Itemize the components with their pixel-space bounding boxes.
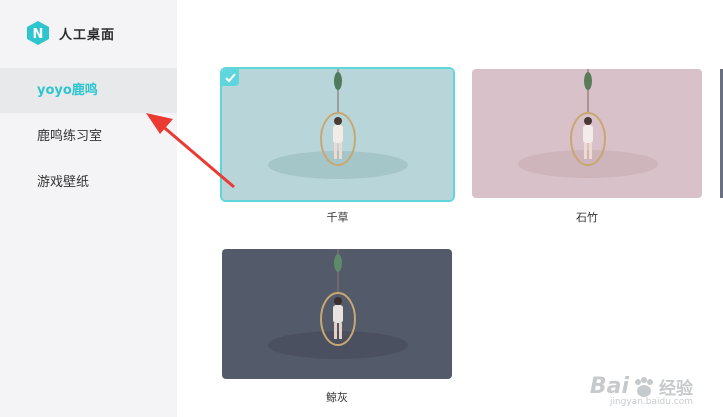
watermark-main-text: Bai: [589, 374, 629, 399]
sidebar: N 人工桌面 yoyo鹿鸣 鹿鸣练习室 游戏壁纸: [0, 0, 177, 417]
watermark-url: jingyan.baidu.com: [609, 397, 693, 407]
app-logo-icon: N: [27, 21, 49, 45]
brand: N 人工桌面: [26, 19, 115, 47]
sidebar-item-game-wallpaper[interactable]: 游戏壁纸: [0, 160, 177, 205]
watermark-cn-text: 经验: [659, 379, 693, 399]
wallpaper-label: 鲸灰: [326, 391, 348, 404]
app-title: 人工桌面: [59, 27, 116, 43]
sidebar-item-label: 游戏壁纸: [37, 175, 90, 190]
wallpaper-card-jinghui[interactable]: 鲸灰: [222, 249, 452, 409]
wallpaper-label: 石竹: [576, 211, 598, 224]
sidebar-nav: yoyo鹿鸣 鹿鸣练习室 游戏壁纸: [0, 68, 177, 205]
wallpaper-thumbnail[interactable]: [222, 249, 452, 379]
baidu-jingyan-watermark: Bai 经验 jingyan.baidu.com: [590, 374, 693, 407]
wallpaper-thumbnail[interactable]: [222, 69, 453, 200]
wallpaper-label: 千草: [326, 211, 349, 224]
paw-icon: [635, 376, 653, 397]
sidebar-item-label: yoyo鹿鸣: [37, 83, 98, 98]
wallpaper-thumbnail[interactable]: [472, 69, 702, 198]
selected-check-icon: [222, 69, 239, 86]
sidebar-item-practice-room[interactable]: 鹿鸣练习室: [0, 114, 177, 159]
sidebar-item-label: 鹿鸣练习室: [37, 129, 103, 144]
wallpaper-card-qiancao[interactable]: 千草: [222, 69, 453, 229]
wallpaper-card-shizhu[interactable]: 石竹: [472, 69, 702, 229]
sidebar-item-yoyo[interactable]: yoyo鹿鸣: [0, 68, 177, 113]
svg-text:N: N: [33, 27, 44, 42]
